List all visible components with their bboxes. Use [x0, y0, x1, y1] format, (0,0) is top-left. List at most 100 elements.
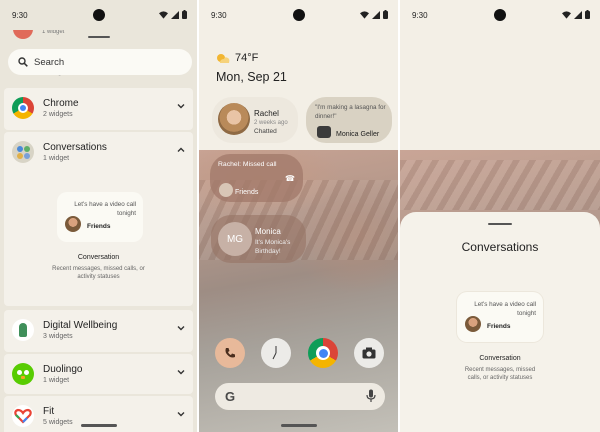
chevron-down-icon[interactable]: [176, 101, 186, 111]
camera-app-icon[interactable]: [354, 338, 384, 368]
group-avatar: [317, 126, 331, 138]
phone-app-icon[interactable]: [215, 338, 245, 368]
widget-title: Conversation: [479, 355, 521, 362]
partly-sunny-icon: [217, 53, 230, 63]
mic-icon[interactable]: [366, 389, 376, 403]
widget-count: 1 widget: [43, 155, 70, 162]
chrome-icon: [316, 346, 330, 360]
group-name: Friends: [235, 189, 259, 196]
phone-icon: [225, 348, 235, 358]
drag-handle[interactable]: [88, 36, 110, 38]
conversations-icon: [12, 141, 34, 163]
group-avatar: [219, 183, 233, 197]
status-icons: [562, 10, 590, 19]
status-bar: 9:30: [199, 0, 398, 30]
signal-icon: [372, 10, 380, 19]
app-name: Fit: [43, 406, 55, 417]
signal-icon: [171, 10, 179, 19]
conversation-widget-message[interactable]: "I'm making a lasagna for dinner!" Monic…: [306, 97, 392, 143]
widget-title: Conversation: [77, 254, 120, 261]
duolingo-icon: [12, 363, 34, 385]
camera-cutout: [92, 9, 105, 21]
message-text: "I'm making a lasagna for dinner!": [315, 104, 386, 120]
battery-icon: [182, 10, 187, 19]
status-time: 9:30: [412, 11, 428, 20]
chevron-up-icon[interactable]: [176, 145, 186, 155]
avatar-initials: MG: [218, 222, 252, 256]
temperature: 74°F: [235, 52, 259, 64]
google-logo: G: [225, 389, 236, 404]
app-row-digital-wellbeing[interactable]: Digital Wellbeing 3 widgets: [4, 310, 193, 352]
conversation-widget-monica[interactable]: MG Monica It's Monica's Birthday!: [211, 215, 306, 263]
widget-description: Recent messages, missed calls, or activi…: [464, 367, 536, 381]
contact-name: Monica Geller: [336, 131, 380, 138]
missed-call-icon: ☎: [285, 174, 295, 183]
clock-app-icon[interactable]: [261, 338, 291, 368]
preview-from: Friends: [87, 223, 111, 230]
conversation-widget-missed-call[interactable]: Rachel: Missed call ☎ Friends: [210, 154, 303, 202]
battery-icon: [585, 10, 590, 19]
list-top-partial: 1 widget: [0, 27, 197, 50]
status-time: 9:30: [12, 11, 28, 20]
app-name: Conversations: [43, 142, 107, 153]
app-row-duolingo[interactable]: Duolingo 1 widget: [4, 354, 193, 394]
widget-count: 1 widget: [43, 377, 70, 384]
widget-picker-screen: 9:30 1 widget Search 1 widgets Chrome 2 …: [0, 0, 197, 432]
chevron-down-icon[interactable]: [176, 323, 186, 333]
app-name: Digital Wellbeing: [43, 320, 118, 331]
camera-cutout: [292, 9, 305, 21]
fit-heart-icon: [12, 405, 34, 427]
sheet-title: Conversations: [461, 240, 539, 254]
battery-icon: [383, 10, 388, 19]
nav-handle[interactable]: [280, 424, 317, 427]
missed-call-text: Rachel: Missed call: [218, 161, 277, 168]
camera-cutout: [494, 9, 506, 21]
widget-count: 5 widgets: [43, 419, 73, 426]
avatar: [218, 103, 250, 135]
widget-description: Recent messages, missed calls, or activi…: [52, 266, 145, 280]
wifi-icon: [562, 10, 571, 19]
status-bar: 9:30: [400, 0, 600, 30]
last-active: 2 weeks ago: [254, 120, 288, 126]
conversation-widget-preview[interactable]: Let's have a video call tonight Friends: [457, 292, 543, 342]
date-label[interactable]: Mon, Sep 21: [216, 70, 287, 84]
status-icons: [159, 10, 187, 19]
nav-handle[interactable]: [80, 424, 117, 427]
chevron-down-icon[interactable]: [176, 367, 186, 377]
chrome-icon: [12, 97, 34, 119]
widget-count: 3 widgets: [43, 333, 73, 340]
search-input[interactable]: Search: [8, 49, 192, 75]
google-search-bar[interactable]: G: [215, 383, 385, 410]
status-bar: 9:30: [0, 0, 197, 30]
digital-wellbeing-icon: [12, 319, 34, 341]
preview-message: Let's have a video call tonight: [74, 201, 136, 217]
add-widget-sheet-screen: 9:30 Conversations Let's have a video ca…: [400, 0, 600, 432]
app-name: Chrome: [43, 98, 79, 109]
wifi-icon: [159, 10, 168, 19]
birthday-status: It's Monica's Birthday!: [255, 239, 291, 255]
chevron-down-icon[interactable]: [176, 409, 186, 419]
status-time: 9:30: [211, 11, 227, 20]
preview-message: Let's have a video call tonight: [474, 301, 536, 317]
clock-icon: [272, 346, 277, 360]
app-name: Duolingo: [43, 364, 83, 375]
avatar: [65, 216, 81, 232]
app-row-chrome[interactable]: Chrome 2 widgets: [4, 88, 193, 130]
signal-icon: [574, 10, 582, 19]
bottom-sheet: Conversations Let's have a video call to…: [400, 212, 600, 432]
home-screen: 9:30 74°F Mon, Sep 21 Rachel 2 weeks ago…: [199, 0, 398, 432]
weather-widget[interactable]: 74°F: [216, 52, 258, 64]
widget-count: 2 widgets: [43, 111, 73, 118]
search-placeholder: Search: [34, 56, 65, 68]
wifi-icon: [360, 10, 369, 19]
activity-status: Chatted: [254, 128, 277, 135]
chrome-app-icon[interactable]: [308, 338, 338, 368]
conversation-widget-preview[interactable]: Let's have a video call tonight Friends: [57, 192, 143, 242]
contact-name: Monica: [255, 227, 281, 236]
avatar: [465, 316, 481, 332]
conversation-widget-rachel[interactable]: Rachel 2 weeks ago Chatted: [212, 97, 298, 143]
drag-handle[interactable]: [488, 223, 512, 225]
preview-from: Friends: [487, 323, 511, 330]
search-icon: [18, 57, 28, 67]
contact-name: Rachel: [254, 109, 279, 118]
